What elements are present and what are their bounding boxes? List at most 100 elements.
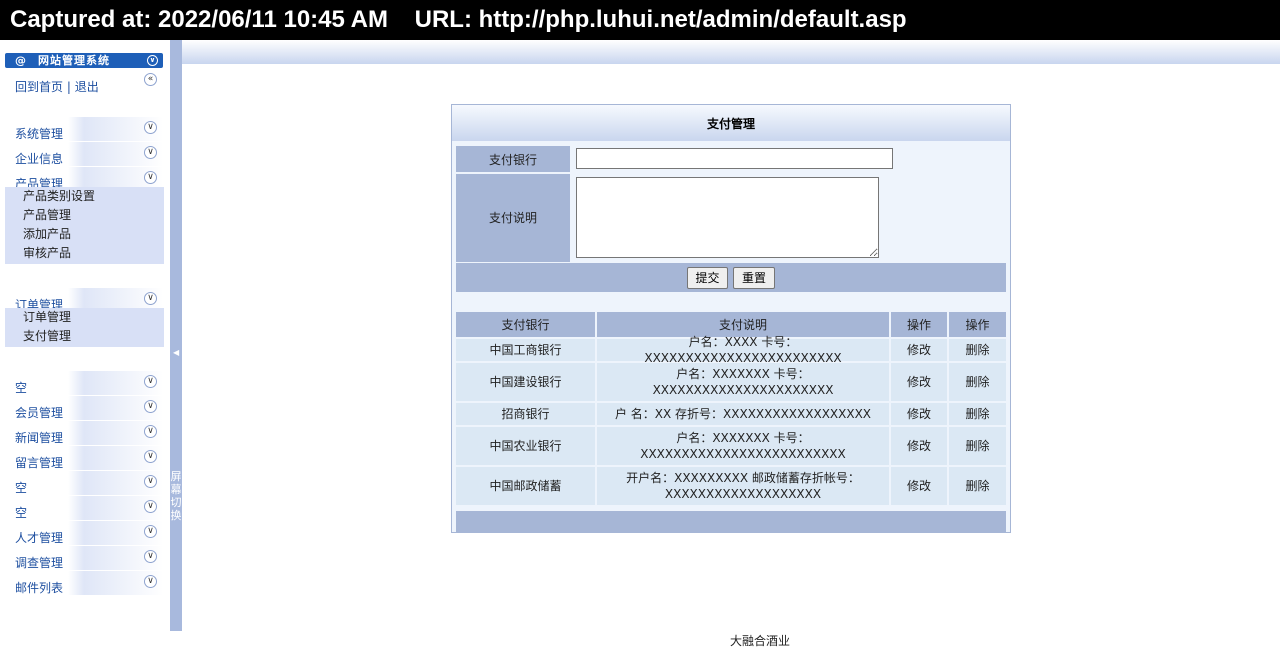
- left-nav-frame: @ 网站管理系统 ∨ 回到首页 | 退出 « 系统管理 ∨ 企业信息 ∨ 产品管理 ∨…: [0, 40, 170, 660]
- edit-link[interactable]: 修改: [891, 403, 947, 425]
- chevron-down-icon: ∨: [144, 475, 157, 488]
- edit-link[interactable]: 修改: [891, 339, 947, 361]
- system-title-bar: @ 网站管理系统 ∨: [5, 53, 163, 68]
- chevron-down-icon: ∨: [144, 375, 157, 388]
- main-frame: 支付管理 支付银行 支付说明 提交 重置 支付银行 支付说明 操作 操作 中国工…: [182, 40, 1280, 660]
- bank-field-label: 支付银行: [456, 146, 570, 172]
- screen-switch-label: 屏幕切换: [170, 470, 182, 522]
- home-link[interactable]: 回到首页: [15, 80, 63, 94]
- nav-section-label: 留言管理: [15, 456, 64, 470]
- nav-section-system[interactable]: 系统管理 ∨: [5, 117, 163, 141]
- table-cell-bank: 中国邮政储蓄: [456, 467, 595, 505]
- chevron-down-icon: ∨: [144, 450, 157, 463]
- nav-section-company[interactable]: 企业信息 ∨: [5, 142, 163, 166]
- desc-textarea[interactable]: [576, 177, 879, 258]
- system-logo-icon: @: [15, 54, 26, 67]
- edit-link[interactable]: 修改: [891, 363, 947, 401]
- chevron-down-icon[interactable]: ∨: [147, 55, 158, 66]
- nav-section-survey[interactable]: 调查管理 ∨: [5, 546, 163, 570]
- nav-section-label: 人才管理: [15, 531, 64, 545]
- site-footer: 大融合酒业: [730, 634, 791, 648]
- desc-line: XXXXXXXXXXXXXXXXXXXXXX: [652, 383, 834, 397]
- edit-link[interactable]: 修改: [891, 467, 947, 505]
- nav-section-label: 空: [15, 381, 28, 395]
- submenu-item-review-product[interactable]: 审核产品: [5, 244, 164, 263]
- table-cell-desc: 开户名：XXXXXXXXX 邮政储蓄存折帐号： XXXXXXXXXXXXXXXXX…: [597, 467, 889, 505]
- nav-section-news[interactable]: 新闻管理 ∨: [5, 421, 163, 445]
- desc-field-label: 支付说明: [456, 174, 570, 262]
- products-submenu: 产品类别设置 产品管理 添加产品 审核产品: [5, 187, 164, 264]
- submenu-item-product-manage[interactable]: 产品管理: [5, 206, 164, 225]
- table-cell-desc: 户名：XXXXXXX 卡号： XXXXXXXXXXXXXXXXXXXXXXXXX: [597, 427, 889, 465]
- chevron-down-icon: ∨: [144, 425, 157, 438]
- edit-link[interactable]: 修改: [891, 427, 947, 465]
- delete-link[interactable]: 删除: [949, 339, 1006, 361]
- captured-url-text: URL: http://php.luhui.net/admin/default.…: [414, 6, 907, 33]
- submit-button[interactable]: 提交: [687, 267, 728, 289]
- table-header-bank: 支付银行: [456, 312, 595, 337]
- nav-section-talent[interactable]: 人才管理 ∨: [5, 521, 163, 545]
- chevron-down-icon: ∨: [144, 400, 157, 413]
- nav-section-messages[interactable]: 留言管理 ∨: [5, 446, 163, 470]
- form-button-row: [456, 263, 1006, 292]
- desc-line: 户 名：XX 存折号：XXXXXXXXXXXXXXXXXX: [614, 407, 872, 421]
- triangle-left-icon: ◀: [173, 348, 180, 357]
- chevron-down-icon: ∨: [144, 171, 157, 184]
- frame-toggle-bar[interactable]: ◀ 屏幕切换: [170, 40, 182, 631]
- capture-info-bar: Captured at: 2022/06/11 10:45 AM URL: ht…: [0, 0, 1280, 40]
- desc-line: XXXXXXXXXXXXXXXXXXXXXXXXX: [640, 447, 846, 461]
- submenu-item-product-category[interactable]: 产品类别设置: [5, 187, 164, 206]
- chevron-down-icon: ∨: [144, 550, 157, 563]
- orders-submenu: 订单管理 支付管理: [5, 308, 164, 347]
- chevron-down-icon: ∨: [144, 146, 157, 159]
- delete-link[interactable]: 删除: [949, 467, 1006, 505]
- nav-section-label: 企业信息: [15, 152, 64, 166]
- reset-button[interactable]: 重置: [733, 267, 775, 289]
- delete-link[interactable]: 删除: [949, 363, 1006, 401]
- nav-section-label: 系统管理: [15, 127, 64, 141]
- chevron-down-icon: ∨: [144, 292, 157, 305]
- submenu-item-order-manage[interactable]: 订单管理: [5, 308, 164, 327]
- table-cell-bank: 中国建设银行: [456, 363, 595, 401]
- panel-footer-bar: [456, 511, 1006, 532]
- table-cell-desc: 户名：XXXX 卡号：XXXXXXXXXXXXXXXXXXXXXXXX: [597, 335, 889, 365]
- desc-line: XXXXXXXXXXXXXXXXXXX: [664, 487, 822, 501]
- chevron-down-icon: ∨: [144, 121, 157, 134]
- collapse-all-icon[interactable]: «: [144, 73, 157, 86]
- chevron-down-icon: ∨: [144, 575, 157, 588]
- table-cell-bank: 中国农业银行: [456, 427, 595, 465]
- bank-input[interactable]: [576, 148, 893, 169]
- delete-link[interactable]: 删除: [949, 427, 1006, 465]
- top-links: 回到首页 | 退出: [15, 78, 99, 95]
- table-cell-bank: 招商银行: [456, 403, 595, 425]
- nav-section-empty-3[interactable]: 空 ∨: [5, 496, 163, 520]
- chevron-down-icon: ∨: [144, 525, 157, 538]
- table-cell-desc: 户名：XXXXXXX 卡号： XXXXXXXXXXXXXXXXXXXXXX: [597, 363, 889, 401]
- delete-link[interactable]: 删除: [949, 403, 1006, 425]
- main-top-bar: [182, 40, 1280, 64]
- link-separator: |: [66, 80, 71, 94]
- table-header-action: 操作: [949, 312, 1006, 337]
- table-cell-desc: 户 名：XX 存折号：XXXXXXXXXXXXXXXXXX: [597, 403, 889, 425]
- table-header-action: 操作: [891, 312, 947, 337]
- desc-line: 户名：XXXX 卡号：XXXXXXXXXXXXXXXXXXXXXXXX: [644, 335, 842, 365]
- nav-section-members[interactable]: 会员管理 ∨: [5, 396, 163, 420]
- captured-at-text: Captured at: 2022/06/11 10:45 AM: [10, 6, 388, 33]
- table-cell-bank: 中国工商银行: [456, 339, 595, 361]
- nav-section-mail-list[interactable]: 邮件列表 ∨: [5, 571, 163, 595]
- system-title: 网站管理系统: [38, 54, 110, 67]
- nav-section-label: 邮件列表: [15, 581, 64, 595]
- nav-section-label: 调查管理: [15, 556, 64, 570]
- nav-section-empty-2[interactable]: 空 ∨: [5, 471, 163, 495]
- chevron-down-icon: ∨: [144, 500, 157, 513]
- logout-link[interactable]: 退出: [75, 80, 99, 94]
- submenu-item-payment-manage[interactable]: 支付管理: [5, 327, 164, 346]
- desc-line: 开户名：XXXXXXXXX 邮政储蓄存折帐号：: [626, 471, 860, 485]
- nav-section-label: 会员管理: [15, 406, 64, 420]
- nav-section-label: 空: [15, 481, 28, 495]
- nav-section-empty-1[interactable]: 空 ∨: [5, 371, 163, 395]
- submenu-item-add-product[interactable]: 添加产品: [5, 225, 164, 244]
- desc-line: 户名：XXXXXXX 卡号：: [676, 431, 810, 445]
- nav-section-label: 新闻管理: [15, 431, 64, 445]
- panel-title: 支付管理: [452, 105, 1010, 141]
